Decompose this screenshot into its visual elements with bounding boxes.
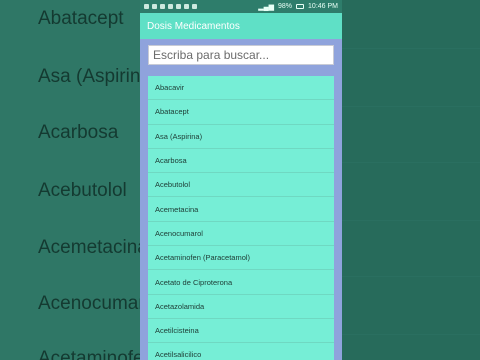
list-item[interactable]: Abatacept [148, 100, 334, 125]
status-right: ▂▄▆ 98% 10:46 PM [258, 3, 338, 11]
search-container [140, 39, 342, 71]
background-left: Abatacept Asa (Aspirina Acarbosa Acebuto… [0, 0, 140, 360]
background-word: Acarbosa [38, 122, 119, 143]
notification-icons [144, 4, 258, 9]
notification-icon [152, 4, 157, 9]
notification-icon [168, 4, 173, 9]
background-word: Acetaminofen [38, 348, 140, 360]
background-word: Acebutolol [38, 180, 127, 201]
list-item[interactable]: Acenocumarol [148, 222, 334, 247]
background-divider [340, 162, 480, 163]
notification-icon [176, 4, 181, 9]
background-word: Acemetacina [38, 237, 140, 258]
background-word: Acenocumar [38, 293, 140, 314]
list-item[interactable]: Acarbosa [148, 149, 334, 174]
list-item[interactable]: Acetaminofen (Paracetamol) [148, 246, 334, 271]
notification-icon [192, 4, 197, 9]
list-item[interactable]: Acebutolol [148, 173, 334, 198]
background-word: Abatacept [38, 8, 124, 29]
clock: 10:46 PM [308, 3, 338, 10]
battery-percent: 98% [278, 3, 293, 10]
background-divider [340, 334, 480, 335]
notification-icon [160, 4, 165, 9]
signal-icon: ▂▄▆ [258, 3, 275, 11]
list-item[interactable]: Acetazolamida [148, 295, 334, 319]
search-input[interactable] [148, 45, 334, 65]
background-divider [340, 276, 480, 277]
background-divider [340, 48, 480, 49]
notification-icon [184, 4, 189, 9]
list-item[interactable]: Asa (Aspirina) [148, 125, 334, 149]
status-bar: ▂▄▆ 98% 10:46 PM [140, 0, 342, 13]
app-title: Dosis Medicamentos [147, 20, 240, 32]
list-item[interactable]: Acetilsalicilico [148, 343, 334, 360]
background-right [340, 0, 480, 360]
notification-icon [144, 4, 149, 9]
list-item[interactable]: Acemetacina [148, 197, 334, 222]
background-divider [340, 106, 480, 107]
list-item[interactable]: Acetato de Ciproterona [148, 270, 334, 295]
background-word: Asa (Aspirina [38, 66, 140, 87]
app-bar: Dosis Medicamentos [140, 13, 342, 39]
medication-list[interactable]: Abacavir Abatacept Asa (Aspirina) Acarbo… [148, 76, 334, 360]
list-item[interactable]: Abacavir [148, 76, 334, 101]
list-item[interactable]: Acetilcisteina [148, 319, 334, 344]
battery-icon [296, 4, 305, 9]
phone-screen: ▂▄▆ 98% 10:46 PM Dosis Medicamentos Abac… [140, 0, 342, 360]
background-divider [340, 220, 480, 221]
